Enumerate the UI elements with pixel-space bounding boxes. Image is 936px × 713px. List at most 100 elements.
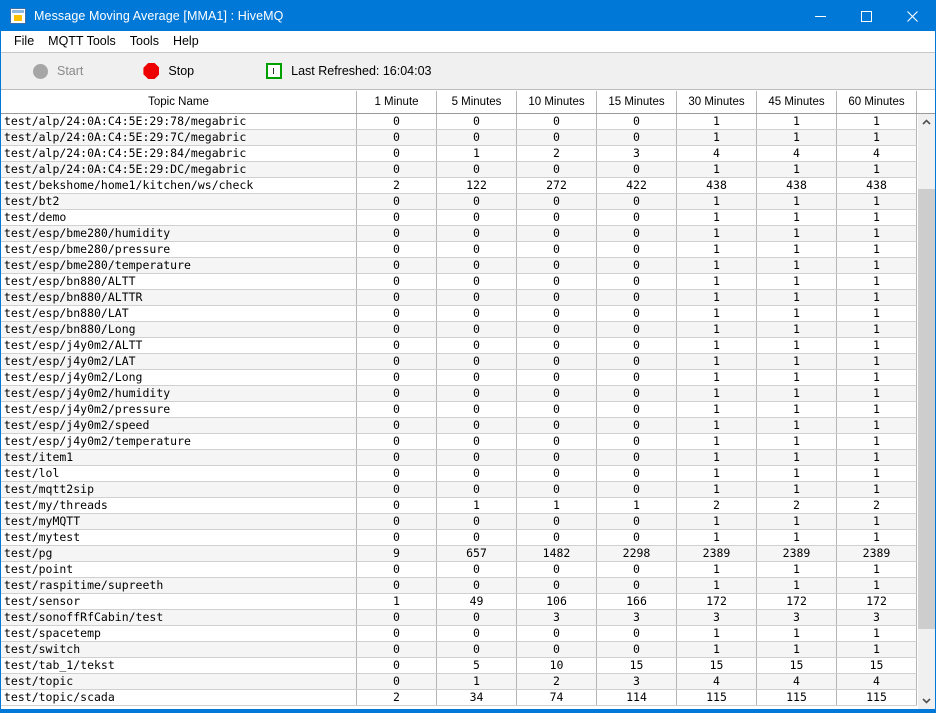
table-row[interactable]: test/esp/j4y0m2/Long 0 0 0 0 1 1 1 <box>1 370 917 386</box>
cell-value: 1 <box>837 578 917 593</box>
cell-value: 0 <box>437 322 517 337</box>
table-row[interactable]: test/esp/bme280/humidity 0 0 0 0 1 1 1 <box>1 226 917 242</box>
window-bottom-accent <box>1 709 935 712</box>
table-row[interactable]: test/esp/bme280/temperature 0 0 0 0 1 1 1 <box>1 258 917 274</box>
menu-item-mqtt-tools[interactable]: MQTT Tools <box>41 32 123 51</box>
table-row[interactable]: test/esp/j4y0m2/speed 0 0 0 0 1 1 1 <box>1 418 917 434</box>
cell-topic-name: test/alp/24:0A:C4:5E:29:84/megabric <box>1 146 357 161</box>
table-row[interactable]: test/esp/j4y0m2/LAT 0 0 0 0 1 1 1 <box>1 354 917 370</box>
table-row[interactable]: test/esp/bn880/ALTTR 0 0 0 0 1 1 1 <box>1 290 917 306</box>
table-row[interactable]: test/esp/bn880/Long 0 0 0 0 1 1 1 <box>1 322 917 338</box>
column-header-15-minutes[interactable]: 15 Minutes <box>597 91 677 113</box>
table-row[interactable]: test/topic/scada 2 34 74 114 115 115 115 <box>1 690 917 706</box>
column-header-10-minutes[interactable]: 10 Minutes <box>517 91 597 113</box>
minimize-button[interactable] <box>797 1 843 31</box>
menu-item-tools[interactable]: Tools <box>123 32 166 51</box>
column-header-topic-name[interactable]: Topic Name <box>1 91 357 113</box>
cell-value: 9 <box>357 546 437 561</box>
cell-value: 1 <box>677 530 757 545</box>
table-row[interactable]: test/esp/bme280/pressure 0 0 0 0 1 1 1 <box>1 242 917 258</box>
column-header-5-minutes[interactable]: 5 Minutes <box>437 91 517 113</box>
topic-table: Topic Name 1 Minute 5 Minutes 10 Minutes… <box>1 90 935 709</box>
column-header-60-minutes[interactable]: 60 Minutes <box>837 91 917 113</box>
table-row[interactable]: test/point 0 0 0 0 1 1 1 <box>1 562 917 578</box>
cell-value: 0 <box>357 514 437 529</box>
scrollbar-thumb[interactable] <box>918 189 935 629</box>
table-row[interactable]: test/alp/24:0A:C4:5E:29:7C/megabric 0 0 0 0 1… <box>1 130 917 146</box>
table-row[interactable]: test/raspitime/supreeth 0 0 0 0 1 1 1 <box>1 578 917 594</box>
cell-value: 0 <box>357 226 437 241</box>
table-row[interactable]: test/esp/j4y0m2/ALTT 0 0 0 0 1 1 1 <box>1 338 917 354</box>
cell-value: 0 <box>517 210 597 225</box>
cell-topic-name: test/esp/bn880/Long <box>1 322 357 337</box>
column-header-1-minute[interactable]: 1 Minute <box>357 91 437 113</box>
table-row[interactable]: test/esp/j4y0m2/pressure 0 0 0 0 1 1 1 <box>1 402 917 418</box>
table-row[interactable]: test/bekshome/home1/kitchen/ws/check 2 122… <box>1 178 917 194</box>
cell-topic-name: test/bt2 <box>1 194 357 209</box>
cell-topic-name: test/sensor <box>1 594 357 609</box>
table-row[interactable]: test/alp/24:0A:C4:5E:29:DC/megabric 0 0 0 0 1… <box>1 162 917 178</box>
cell-topic-name: test/esp/bme280/pressure <box>1 242 357 257</box>
table-row[interactable]: test/pg 9 657 1482 2298 2389 2389 2389 <box>1 546 917 562</box>
cell-value: 1 <box>757 418 837 433</box>
cell-value: 1 <box>677 114 757 129</box>
window-title: Message Moving Average [MMA1] : HiveMQ <box>34 9 284 23</box>
cell-value: 1 <box>757 322 837 337</box>
cell-topic-name: test/esp/j4y0m2/Long <box>1 370 357 385</box>
table-row[interactable]: test/esp/j4y0m2/humidity 0 0 0 0 1 1 1 <box>1 386 917 402</box>
cell-value: 1 <box>677 466 757 481</box>
table-row[interactable]: test/mqtt2sip 0 0 0 0 1 1 1 <box>1 482 917 498</box>
table-row[interactable]: test/demo 0 0 0 0 1 1 1 <box>1 210 917 226</box>
table-row[interactable]: test/bt2 0 0 0 0 1 1 1 <box>1 194 917 210</box>
table-row[interactable]: test/my/threads 0 1 1 1 2 2 2 <box>1 498 917 514</box>
cell-value: 0 <box>597 482 677 497</box>
cell-value: 1 <box>757 290 837 305</box>
stop-button[interactable]: Stop <box>133 58 204 84</box>
table-row[interactable]: test/spacetemp 0 0 0 0 1 1 1 <box>1 626 917 642</box>
scroll-down-button[interactable] <box>918 692 935 709</box>
cell-value: 122 <box>437 178 517 193</box>
column-header-45-minutes[interactable]: 45 Minutes <box>757 91 837 113</box>
cell-topic-name: test/spacetemp <box>1 626 357 641</box>
cell-topic-name: test/esp/bn880/ALTTR <box>1 290 357 305</box>
table-row[interactable]: test/esp/j4y0m2/temperature 0 0 0 0 1 1 1 <box>1 434 917 450</box>
cell-value: 1 <box>757 562 837 577</box>
menu-item-help[interactable]: Help <box>166 32 206 51</box>
cell-value: 2 <box>357 690 437 705</box>
table-row[interactable]: test/sensor 1 49 106 166 172 172 172 <box>1 594 917 610</box>
cell-topic-name: test/point <box>1 562 357 577</box>
maximize-button[interactable] <box>843 1 889 31</box>
table-row[interactable]: test/sonoffRfCabin/test 0 0 3 3 3 3 3 <box>1 610 917 626</box>
start-button[interactable]: Start <box>23 58 93 84</box>
table-row[interactable]: test/switch 0 0 0 0 1 1 1 <box>1 642 917 658</box>
table-row[interactable]: test/alp/24:0A:C4:5E:29:78/megabric 0 0 0 0 1… <box>1 114 917 130</box>
cell-value: 1 <box>677 434 757 449</box>
table-row[interactable]: test/tab_1/tekst 0 5 10 15 15 15 15 <box>1 658 917 674</box>
menu-item-file[interactable]: File <box>7 32 41 51</box>
cell-value: 1 <box>677 290 757 305</box>
cell-value: 0 <box>517 242 597 257</box>
column-header-30-minutes[interactable]: 30 Minutes <box>677 91 757 113</box>
table-row[interactable]: test/topic 0 1 2 3 4 4 4 <box>1 674 917 690</box>
cell-value: 0 <box>517 258 597 273</box>
cell-value: 0 <box>437 306 517 321</box>
close-button[interactable] <box>889 1 935 31</box>
cell-topic-name: test/mytest <box>1 530 357 545</box>
scrollbar-track[interactable] <box>918 131 935 692</box>
cell-value: 438 <box>837 178 917 193</box>
table-row[interactable]: test/esp/bn880/LAT 0 0 0 0 1 1 1 <box>1 306 917 322</box>
table-row[interactable]: test/item1 0 0 0 0 1 1 1 <box>1 450 917 466</box>
cell-value: 1 <box>757 434 837 449</box>
cell-value: 1 <box>837 482 917 497</box>
cell-value: 0 <box>437 386 517 401</box>
cell-value: 1 <box>757 162 837 177</box>
table-row[interactable]: test/myMQTT 0 0 0 0 1 1 1 <box>1 514 917 530</box>
scroll-up-button[interactable] <box>918 114 935 131</box>
table-row[interactable]: test/mytest 0 0 0 0 1 1 1 <box>1 530 917 546</box>
cell-value: 0 <box>357 210 437 225</box>
table-row[interactable]: test/esp/bn880/ALTT 0 0 0 0 1 1 1 <box>1 274 917 290</box>
cell-value: 272 <box>517 178 597 193</box>
vertical-scrollbar[interactable] <box>917 114 935 709</box>
table-row[interactable]: test/alp/24:0A:C4:5E:29:84/megabric 0 1 2 3 4… <box>1 146 917 162</box>
table-row[interactable]: test/lol 0 0 0 0 1 1 1 <box>1 466 917 482</box>
